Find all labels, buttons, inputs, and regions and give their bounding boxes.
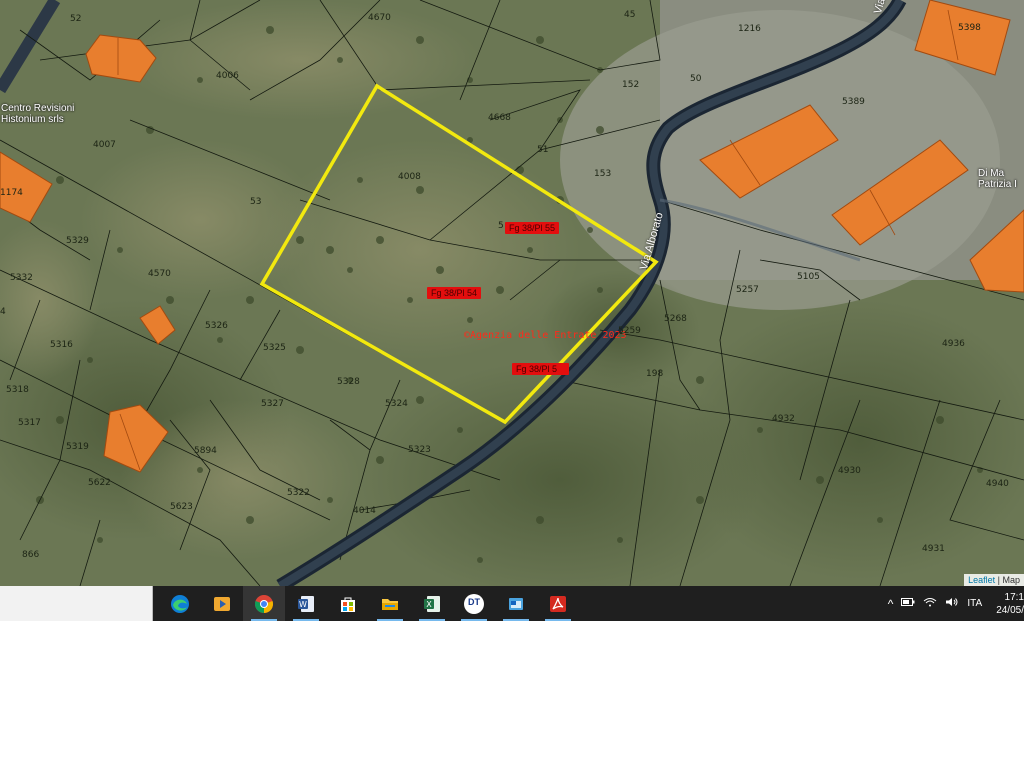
parcel-number: 5622 bbox=[88, 478, 111, 488]
parcel-number: 5259 bbox=[618, 326, 641, 336]
excel-icon[interactable]: X bbox=[411, 586, 453, 621]
language-indicator[interactable]: ITA bbox=[967, 598, 982, 609]
parcel-number: 5316 bbox=[50, 340, 73, 350]
parcel-number: 5105 bbox=[797, 272, 820, 282]
parcel-number: 4670 bbox=[368, 13, 391, 23]
parcel-number: 4930 bbox=[838, 466, 861, 476]
map-view[interactable]: Centro Revisioni Histonium srls Di Ma Pa… bbox=[0, 0, 1024, 586]
parcel-number: 5319 bbox=[66, 442, 89, 452]
parcel-number: 5326 bbox=[205, 321, 228, 331]
parcel-number: 5328 bbox=[337, 377, 360, 387]
battery-icon[interactable] bbox=[901, 597, 915, 610]
parcel-number: 5327 bbox=[261, 399, 284, 409]
parcel-number: 198 bbox=[646, 369, 664, 379]
parcel-number: 5332 bbox=[10, 273, 33, 283]
parcel-number: 50 bbox=[690, 74, 702, 84]
parcel-number: 4932 bbox=[772, 414, 795, 424]
parcel-number: 45 bbox=[624, 10, 636, 20]
parcel-number: 4570 bbox=[148, 269, 171, 279]
dt-icon[interactable]: DT bbox=[453, 586, 495, 621]
parcel-number: 4006 bbox=[216, 71, 239, 81]
parcel-number: 4936 bbox=[942, 339, 965, 349]
parcel-number: 4008 bbox=[398, 172, 421, 182]
parcel-number: 152 bbox=[622, 80, 640, 90]
taskbar-search-box[interactable] bbox=[0, 586, 153, 621]
parcel-number: 5322 bbox=[287, 488, 310, 498]
media-player-icon[interactable] bbox=[201, 586, 243, 621]
svg-text:W: W bbox=[299, 600, 307, 609]
watermark: ©Agenzia delle Entrate 2023 bbox=[464, 330, 627, 341]
map-attribution: Leaflet | Map bbox=[964, 574, 1024, 586]
parcel-number: 5318 bbox=[6, 385, 29, 395]
parcel-number: 5894 bbox=[194, 446, 217, 456]
parcel-number: 1174 bbox=[0, 188, 23, 198]
parcel-number: 5323 bbox=[408, 445, 431, 455]
store-icon[interactable] bbox=[327, 586, 369, 621]
svg-text:X: X bbox=[426, 600, 432, 609]
taskbar-clock[interactable]: 17:1 24/05/ bbox=[996, 591, 1024, 617]
acrobat-icon[interactable] bbox=[537, 586, 579, 621]
wifi-icon[interactable] bbox=[923, 597, 937, 610]
parcel-tag-pl55[interactable]: Fg 38/Pl 55 bbox=[505, 222, 560, 234]
parcel-number: 866 bbox=[22, 550, 40, 560]
parcel-number: 5325 bbox=[263, 343, 286, 353]
parcel-number: 5257 bbox=[736, 285, 759, 295]
place-label-centro-revisioni: Centro Revisioni Histonium srls bbox=[1, 103, 75, 125]
parcel-number: 4668 bbox=[488, 113, 511, 123]
taskbar: W X DT ^ ITA 17:1 24/05/ bbox=[0, 586, 1024, 621]
parcel-number: 4014 bbox=[353, 506, 376, 516]
parcel-number: 5268 bbox=[664, 314, 687, 324]
system-tray: ^ ITA 17:1 24/05/ bbox=[884, 586, 1024, 621]
taskbar-pinned-apps: W X DT bbox=[159, 586, 579, 621]
file-explorer-icon[interactable] bbox=[369, 586, 411, 621]
parcel-number: 53 bbox=[250, 197, 262, 207]
map-canvas bbox=[0, 0, 1024, 586]
parcel-tag-pl54[interactable]: Fg 38/Pl 54 bbox=[427, 287, 482, 299]
parcel-number: 51 bbox=[537, 145, 549, 155]
outlook-icon[interactable] bbox=[495, 586, 537, 621]
parcel-number: 4940 bbox=[986, 479, 1009, 489]
parcel-number: 4 bbox=[0, 307, 6, 317]
parcel-number: 5 bbox=[498, 221, 504, 231]
clock-date: 24/05/ bbox=[996, 604, 1024, 616]
dt-label: DT bbox=[468, 597, 480, 607]
parcel-number: 4931 bbox=[922, 544, 945, 554]
leaflet-link[interactable]: Leaflet bbox=[968, 575, 995, 585]
parcel-number: 52 bbox=[70, 14, 82, 24]
tray-chevron-icon[interactable]: ^ bbox=[888, 597, 894, 611]
edge-icon[interactable] bbox=[159, 586, 201, 621]
parcel-tag-pl-low[interactable]: Fg 38/Pl 5 bbox=[512, 363, 569, 375]
parcel-number: 4007 bbox=[93, 140, 116, 150]
place-label-di-ma: Di Ma Patrizia I bbox=[978, 168, 1017, 190]
parcel-number: 5329 bbox=[66, 236, 89, 246]
parcel-number: 5389 bbox=[842, 97, 865, 107]
clock-time: 17:1 bbox=[1004, 591, 1024, 603]
parcel-number: 5623 bbox=[170, 502, 193, 512]
parcel-number: 1216 bbox=[738, 24, 761, 34]
map-attribution-rest: | Map bbox=[997, 575, 1020, 585]
parcel-number: 5324 bbox=[385, 399, 408, 409]
parcel-number: 5317 bbox=[18, 418, 41, 428]
parcel-number: 153 bbox=[594, 169, 612, 179]
volume-icon[interactable] bbox=[945, 597, 959, 610]
word-icon[interactable]: W bbox=[285, 586, 327, 621]
chrome-icon[interactable] bbox=[243, 586, 285, 621]
parcel-number: 5398 bbox=[958, 23, 981, 33]
